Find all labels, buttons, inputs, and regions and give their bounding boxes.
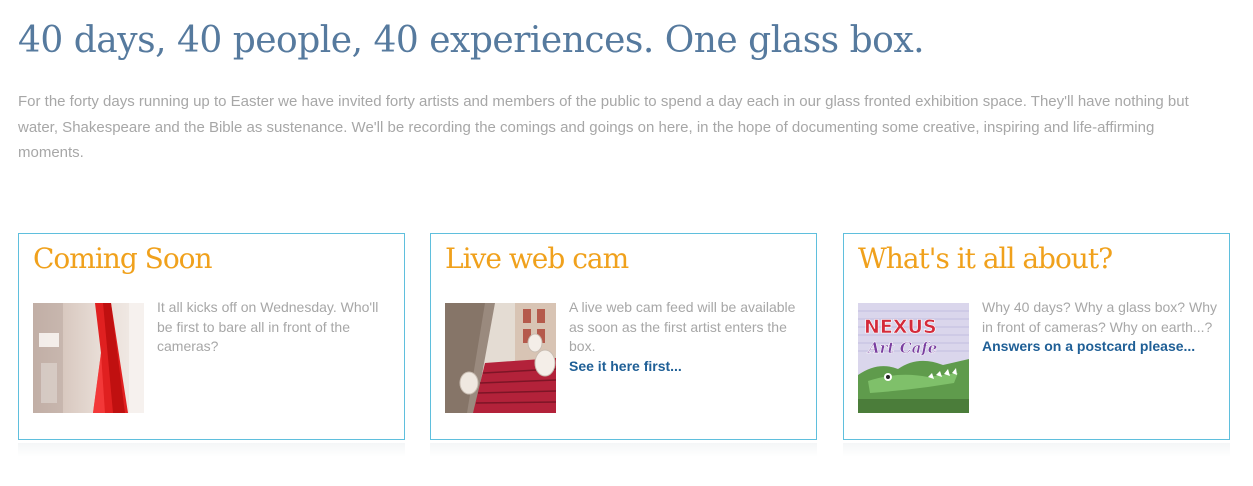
see-it-here-link[interactable]: See it here first... xyxy=(569,357,804,377)
card-coming-soon: Coming Soon It all kicks off on Wednesda… xyxy=(18,233,405,440)
card-shadow xyxy=(430,443,817,457)
card-description: It all kicks off on Wednesday. Who'll be… xyxy=(157,299,379,354)
card-title: Live web cam xyxy=(445,242,629,275)
card-whats-it-all-about: What's it all about? NEXUS Art Cafe Why … xyxy=(843,233,1230,440)
intro-paragraph: For the forty days running up to Easter … xyxy=(18,93,1189,161)
art-cafe-logo-text: Art Cafe xyxy=(866,339,937,357)
card-body: A live web cam feed will be available as… xyxy=(569,298,804,376)
answers-on-a-postcard-link[interactable]: Answers on a postcard please... xyxy=(982,337,1217,357)
card-description: Why 40 days? Why a glass box? Why in fro… xyxy=(982,299,1217,335)
card-shadow xyxy=(18,443,405,457)
live-web-cam-thumbnail xyxy=(445,303,556,413)
nexus-logo-text: NEXUS xyxy=(864,316,937,338)
card-description: A live web cam feed will be available as… xyxy=(569,299,796,354)
card-live-web-cam: Live web cam A live web cam feed will be… xyxy=(430,233,817,440)
nexus-art-cafe-thumbnail: NEXUS Art Cafe xyxy=(858,303,969,413)
card-body: Why 40 days? Why a glass box? Why in fro… xyxy=(982,298,1217,357)
coming-soon-thumbnail xyxy=(33,303,144,413)
card-title: Coming Soon xyxy=(33,242,213,275)
card-shadow xyxy=(843,443,1230,457)
page-title: 40 days, 40 people, 40 experiences. One … xyxy=(18,20,925,61)
card-body: It all kicks off on Wednesday. Who'll be… xyxy=(157,298,392,357)
card-title: What's it all about? xyxy=(858,242,1113,275)
